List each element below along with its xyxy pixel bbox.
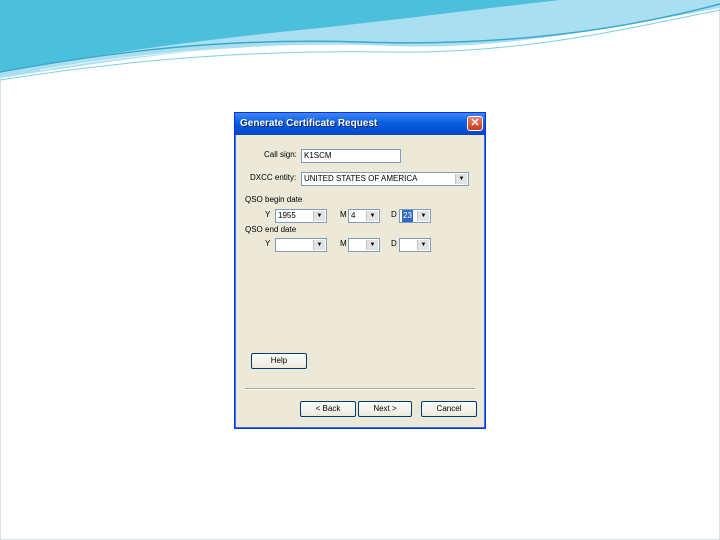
- cancel-button[interactable]: Cancel: [421, 401, 477, 417]
- qso-end-date-label: QSO end date: [245, 225, 297, 234]
- chevron-down-icon[interactable]: ▼: [455, 174, 467, 184]
- end-day-dropdown[interactable]: ▼: [399, 238, 431, 252]
- chevron-down-icon[interactable]: ▼: [313, 240, 325, 250]
- dxcc-entity-dropdown[interactable]: UNITED STATES OF AMERICA ▼: [301, 172, 469, 186]
- begin-year-dropdown[interactable]: 1955 ▼: [275, 209, 327, 223]
- begin-month-label: M: [340, 210, 347, 219]
- end-month-dropdown[interactable]: ▼: [348, 238, 380, 252]
- chevron-down-icon[interactable]: ▼: [313, 211, 325, 221]
- dialog-titlebar[interactable]: Generate Certificate Request ✕: [235, 113, 485, 135]
- qso-begin-date-label: QSO begin date: [245, 195, 303, 204]
- chevron-down-icon[interactable]: ▼: [417, 211, 429, 221]
- end-year-dropdown[interactable]: ▼: [275, 238, 327, 252]
- close-icon[interactable]: ✕: [467, 116, 483, 131]
- header-swoosh-decoration: [0, 0, 720, 81]
- end-year-label: Y: [265, 239, 271, 248]
- end-month-label: M: [340, 239, 347, 248]
- chevron-down-icon[interactable]: ▼: [366, 211, 378, 221]
- back-button[interactable]: < Back: [300, 401, 356, 417]
- begin-month-value: 4: [351, 211, 356, 220]
- callsign-field[interactable]: K1SCM: [301, 149, 401, 163]
- next-button[interactable]: Next >: [358, 401, 412, 417]
- chevron-down-icon[interactable]: ▼: [417, 240, 429, 250]
- button-separator: [245, 388, 475, 390]
- begin-day-label: D: [391, 210, 397, 219]
- dxcc-entity-label: DXCC entity:: [250, 173, 297, 182]
- begin-day-dropdown[interactable]: 23 ▼: [399, 209, 431, 223]
- begin-month-dropdown[interactable]: 4 ▼: [348, 209, 380, 223]
- dialog-title: Generate Certificate Request: [240, 118, 378, 129]
- generate-certificate-dialog: Generate Certificate Request ✕ Call sign…: [234, 112, 486, 429]
- chevron-down-icon[interactable]: ▼: [366, 240, 378, 250]
- begin-year-label: Y: [265, 210, 271, 219]
- help-button[interactable]: Help: [251, 353, 307, 369]
- dxcc-entity-value: UNITED STATES OF AMERICA: [304, 174, 418, 183]
- begin-year-value: 1955: [278, 211, 296, 220]
- callsign-label: Call sign:: [264, 150, 297, 159]
- begin-day-value: 23: [402, 210, 413, 222]
- end-day-label: D: [391, 239, 397, 248]
